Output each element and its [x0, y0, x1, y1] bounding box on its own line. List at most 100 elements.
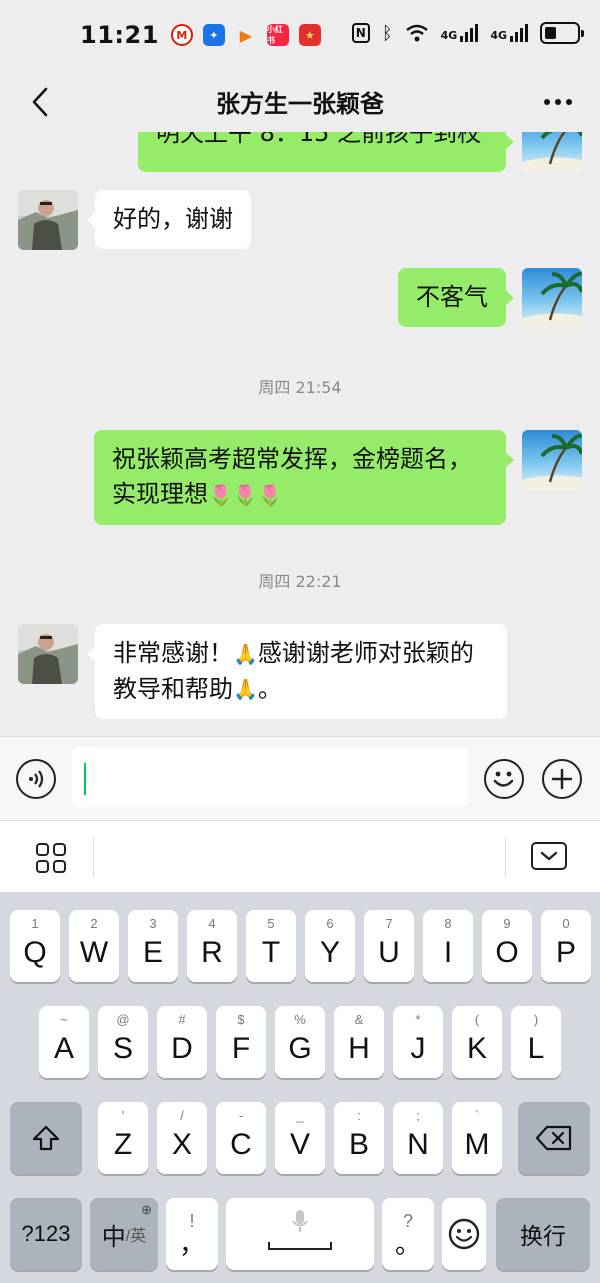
key-q[interactable]: 1Q	[10, 910, 60, 982]
more-functions-button[interactable]	[542, 759, 582, 799]
key-hint: `	[474, 1108, 480, 1123]
delete-key[interactable]	[518, 1102, 590, 1174]
message-text: 祝张颖高考超常发挥，金榜题名，	[112, 445, 472, 473]
key-hint: 6	[326, 916, 334, 931]
key-n[interactable]: ; N	[393, 1102, 443, 1174]
language-switch-key[interactable]: ⊕ 中/英	[90, 1198, 158, 1270]
key-label: V	[289, 1128, 310, 1161]
contact-avatar[interactable]	[18, 190, 78, 250]
key-g[interactable]: % G	[275, 1006, 325, 1078]
key-label: T	[261, 936, 281, 969]
shift-key[interactable]	[10, 1102, 82, 1174]
key-hint: 7	[385, 916, 393, 931]
network-type-2: 4G	[490, 29, 507, 42]
key-label: Z	[113, 1128, 133, 1161]
contact-avatar[interactable]	[18, 624, 78, 684]
key-hint: 8	[444, 916, 452, 931]
smiley-icon	[493, 771, 514, 787]
metro-icon: M	[170, 24, 193, 46]
key-hint: @	[116, 1012, 130, 1027]
keyboard-toolbar	[0, 820, 600, 892]
key-u[interactable]: 7U	[364, 910, 414, 982]
key-hint: ~	[60, 1012, 68, 1027]
smiley-icon	[448, 1218, 480, 1250]
key-hint: -	[238, 1108, 244, 1123]
my-avatar[interactable]	[522, 268, 582, 328]
chat-area[interactable]: 明天上午 8：15 之前孩子到校 好的，谢谢 不客气 周四 21:54 祝张颖高…	[0, 132, 600, 736]
message-bubble[interactable]: 非常感谢！🙏感谢谢老师对张颖的 教导和帮助🙏。	[87, 624, 507, 719]
message-text: 非常感谢！	[113, 639, 233, 667]
key-s[interactable]: @ S	[98, 1006, 148, 1078]
key-k[interactable]: (K	[452, 1006, 502, 1078]
key-l[interactable]: ) L	[511, 1006, 561, 1078]
emoji-key[interactable]	[442, 1198, 486, 1270]
key-label: X	[171, 1128, 192, 1161]
key-o[interactable]: 9O	[482, 910, 532, 982]
period-key[interactable]: ? 。	[382, 1198, 434, 1270]
message-text: 。	[257, 674, 282, 703]
period-key-label: 。	[394, 1229, 421, 1259]
numbers-key-label: ?123	[21, 1221, 71, 1246]
enter-key[interactable]: 换行	[496, 1198, 590, 1270]
key-y[interactable]: 6Y	[305, 910, 355, 982]
message-bubble[interactable]: 不客气	[398, 268, 514, 327]
enter-key-label: 换行	[520, 1223, 566, 1249]
message-bubble[interactable]: 祝张颖高考超常发挥，金榜题名， 实现理想🌷🌷🌷	[94, 430, 514, 525]
emoji-button[interactable]	[484, 759, 524, 799]
my-avatar[interactable]	[522, 430, 582, 490]
key-label: K	[466, 1032, 487, 1065]
message-bubble[interactable]: 好的，谢谢	[87, 190, 251, 249]
numbers-key[interactable]: ?123	[10, 1198, 82, 1270]
key-label: I	[443, 936, 453, 969]
period-key-hint: ?	[402, 1211, 413, 1231]
battery-icon	[540, 22, 584, 44]
voice-input-button[interactable]	[16, 759, 56, 799]
key-e[interactable]: 3E	[128, 910, 178, 982]
play-icon: ▶	[239, 25, 253, 45]
key-v[interactable]: _ V	[275, 1102, 325, 1174]
key-c[interactable]: -C	[216, 1102, 266, 1174]
battery-fill	[545, 27, 556, 39]
status-right: N ᛒ 4G 4G	[351, 22, 584, 44]
chat-title: 张方生一张颖爸	[216, 89, 384, 118]
chat-header: 张方生一张颖爸	[0, 70, 600, 132]
keyboard-menu-icon[interactable]	[36, 843, 66, 873]
network-type-1: 4G	[440, 29, 458, 42]
key-label: M	[464, 1128, 490, 1161]
key-m[interactable]: ` M	[452, 1102, 502, 1174]
key-hint: 1	[31, 916, 39, 931]
key-label: Y	[319, 936, 340, 969]
signal-1-icon: 4G	[441, 24, 479, 42]
wifi-icon	[405, 24, 428, 42]
toolbar-divider	[505, 837, 506, 877]
message-input[interactable]	[72, 747, 468, 807]
key-i[interactable]: 8I	[423, 910, 473, 982]
more-options-icon[interactable]	[538, 84, 578, 120]
bluetooth-icon: ᛒ	[381, 22, 393, 44]
message-bubble-partial[interactable]: 明天上午 8：15 之前孩子到校	[138, 132, 514, 172]
key-d[interactable]: # D	[157, 1006, 207, 1078]
key-t[interactable]: 5T	[246, 910, 296, 982]
key-w[interactable]: 2W	[69, 910, 119, 982]
key-b[interactable]: :B	[334, 1102, 384, 1174]
timestamp: 周四 21:54	[258, 378, 342, 397]
comma-key[interactable]: ! ，	[166, 1198, 218, 1270]
space-key[interactable]	[226, 1198, 374, 1270]
my-avatar[interactable]	[522, 132, 582, 172]
key-label: W	[79, 936, 109, 969]
key-h[interactable]: & H	[334, 1006, 384, 1078]
key-j[interactable]: * J	[393, 1006, 443, 1078]
key-r[interactable]: 4R	[187, 910, 237, 982]
back-icon[interactable]	[20, 82, 60, 122]
key-hint: (	[474, 1012, 480, 1027]
key-f[interactable]: $ F	[216, 1006, 266, 1078]
backspace-icon	[535, 1125, 572, 1151]
key-hint: _	[296, 1108, 304, 1123]
key-p[interactable]: 0P	[541, 910, 591, 982]
hide-keyboard-icon[interactable]	[531, 842, 567, 870]
voice-icon	[29, 770, 44, 788]
status-bar: 11:21 M ✦ ▶ 小红书 ★ N ᛒ 4G 4G	[0, 0, 600, 70]
key-a[interactable]: ~ A	[39, 1006, 89, 1078]
key-x[interactable]: / X	[157, 1102, 207, 1174]
key-z[interactable]: ' Z	[98, 1102, 148, 1174]
